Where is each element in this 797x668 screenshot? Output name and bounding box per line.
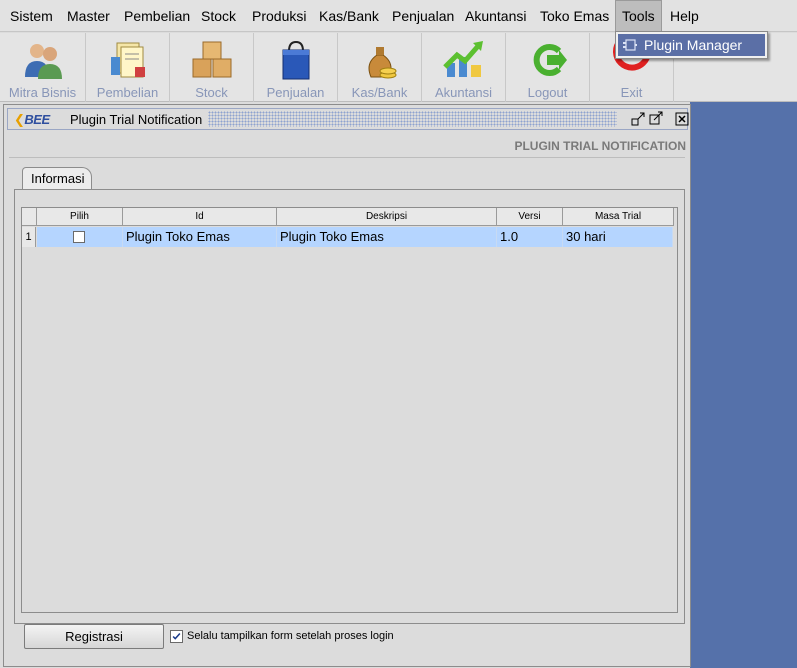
toolbar-kas-bank-button[interactable]: Kas/Bank bbox=[338, 33, 422, 102]
tab-informasi[interactable]: Informasi bbox=[22, 167, 92, 190]
column-header-pilih[interactable]: Pilih bbox=[37, 208, 123, 226]
menu-toko-emas[interactable]: Toko Emas bbox=[534, 0, 615, 32]
toolbar-stock-button[interactable]: Stock bbox=[170, 33, 254, 102]
column-header-versi[interactable]: Versi bbox=[497, 208, 563, 226]
menu-penjualan[interactable]: Penjualan bbox=[386, 0, 460, 32]
toolbar-label: Mitra Bisnis bbox=[8, 85, 77, 100]
toolbar-logout-button[interactable]: Logout bbox=[506, 33, 590, 102]
menu-help[interactable]: Help bbox=[664, 0, 705, 32]
toolbar-label: Pembelian bbox=[96, 85, 159, 100]
maximize-icon[interactable] bbox=[648, 111, 664, 127]
menu-produksi[interactable]: Produksi bbox=[246, 0, 312, 32]
title-bar-pattern bbox=[208, 111, 617, 127]
column-header-deskripsi[interactable]: Deskripsi bbox=[277, 208, 497, 226]
column-header-masa-trial[interactable]: Masa Trial bbox=[563, 208, 674, 226]
menu-stock[interactable]: Stock bbox=[195, 0, 242, 32]
always-show-label: Selalu tampilkan form setelah proses log… bbox=[187, 630, 394, 642]
cell-masa-trial: 30 hari bbox=[563, 227, 673, 247]
plugin-icon bbox=[623, 39, 637, 51]
menu-item-plugin-manager[interactable]: Plugin Manager bbox=[618, 34, 765, 56]
column-header-id[interactable]: Id bbox=[123, 208, 277, 226]
growth-chart-icon bbox=[442, 41, 483, 77]
close-icon[interactable] bbox=[674, 111, 690, 127]
row-number: 1 bbox=[22, 227, 36, 247]
toolbar-pembelian-button[interactable]: Pembelian bbox=[86, 33, 170, 102]
toolbar-label: Stock bbox=[195, 85, 228, 100]
cell-id: Plugin Toko Emas bbox=[123, 227, 277, 247]
users-icon bbox=[24, 44, 62, 79]
window-title: Plugin Trial Notification bbox=[70, 112, 207, 127]
menu-kas-bank[interactable]: Kas/Bank bbox=[313, 0, 385, 32]
toolbar-label: Logout bbox=[527, 85, 568, 100]
tools-dropdown: Plugin Manager bbox=[615, 31, 768, 59]
shopping-bag-icon bbox=[282, 40, 309, 80]
always-show-checkbox[interactable] bbox=[170, 630, 183, 643]
row-select-checkbox[interactable] bbox=[73, 231, 85, 243]
window-title-bar[interactable]: ❮BEE Plugin Trial Notification bbox=[7, 108, 690, 130]
menu-akuntansi[interactable]: Akuntansi bbox=[459, 0, 532, 32]
toolbar-label: Akuntansi bbox=[434, 85, 493, 100]
registrasi-button[interactable]: Registrasi bbox=[24, 624, 164, 649]
documents-icon bbox=[110, 42, 145, 78]
bee-logo: ❮BEE bbox=[14, 112, 50, 127]
minimize-icon[interactable] bbox=[630, 111, 646, 127]
desktop-background bbox=[690, 102, 797, 668]
cell-pilih bbox=[37, 227, 123, 247]
toolbar-label: Penjualan bbox=[266, 85, 325, 100]
panel-heading: PLUGIN TRIAL NOTIFICATION bbox=[514, 139, 686, 153]
toolbar-label: Kas/Bank bbox=[351, 85, 408, 100]
cell-versi: 1.0 bbox=[497, 227, 563, 247]
logout-icon bbox=[533, 44, 567, 76]
plugin-manager-label: Plugin Manager bbox=[644, 37, 743, 53]
menu-master[interactable]: Master bbox=[61, 0, 116, 32]
toolbar-akuntansi-button[interactable]: Akuntansi bbox=[422, 33, 506, 102]
cell-deskripsi: Plugin Toko Emas bbox=[277, 227, 497, 247]
money-bag-icon bbox=[368, 47, 396, 79]
toolbar-mitra-bisnis-button[interactable]: Mitra Bisnis bbox=[0, 33, 86, 102]
menu-sistem[interactable]: Sistem bbox=[4, 0, 59, 32]
table-row[interactable]: 1 Plugin Toko Emas Plugin Toko Emas 1.0 … bbox=[22, 227, 673, 247]
divider bbox=[9, 157, 685, 158]
boxes-icon bbox=[192, 41, 231, 78]
plugin-trial-window: ❮BEE Plugin Trial Notification PLUGIN TR… bbox=[3, 104, 691, 667]
tab-panel-informasi: Pilih Id Deskripsi Versi Masa Trial 1 Pl… bbox=[14, 189, 685, 624]
row-header-corner bbox=[22, 208, 37, 226]
toolbar-penjualan-button[interactable]: Penjualan bbox=[254, 33, 338, 102]
menu-tools[interactable]: Tools bbox=[615, 0, 662, 32]
plugin-table: Pilih Id Deskripsi Versi Masa Trial 1 Pl… bbox=[21, 207, 678, 613]
toolbar-label: Exit bbox=[620, 85, 643, 100]
menu-bar: Sistem Master Pembelian Stock Produksi K… bbox=[0, 0, 797, 32]
menu-pembelian[interactable]: Pembelian bbox=[118, 0, 196, 32]
